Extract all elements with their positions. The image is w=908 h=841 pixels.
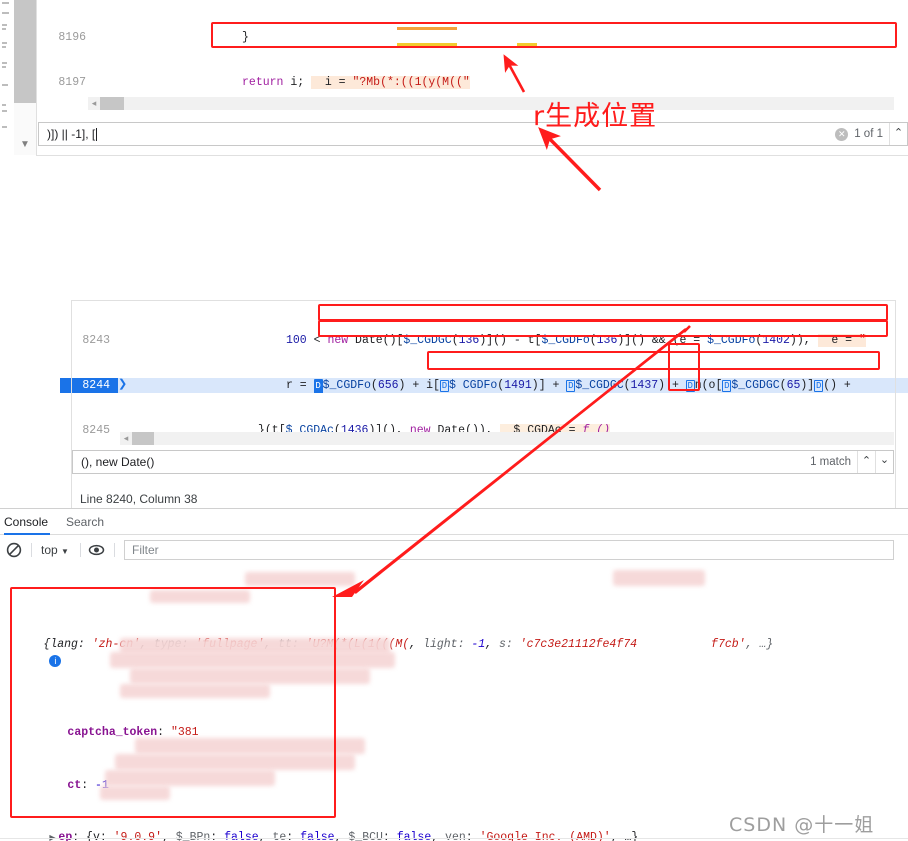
sources-pane-left-border bbox=[71, 300, 72, 510]
toolbar-divider bbox=[31, 543, 32, 557]
console-toolbar: top ▼ Filter bbox=[0, 537, 908, 563]
tab-console[interactable]: Console bbox=[4, 509, 50, 535]
redaction-blur bbox=[613, 570, 705, 586]
find-query-text: )]) || -1], [ bbox=[47, 127, 96, 141]
chevron-down-icon: ▼ bbox=[61, 547, 69, 556]
code-line-text: return i; i = "?Mb(*:((1(y(M((" bbox=[104, 76, 470, 89]
redaction-blur bbox=[150, 590, 250, 603]
annotation-label: r生成位置 bbox=[533, 101, 658, 132]
code-line-8243: 8243 100 < new Date()[$_CGDGC(136)]() - … bbox=[60, 333, 908, 348]
code-line-text: 100 < new Date()[$_CGDGC(136)]() - t[$_C… bbox=[286, 334, 866, 347]
line-number: 8197 bbox=[36, 75, 94, 90]
hscroll-left-arrow[interactable]: ◂ bbox=[120, 432, 132, 445]
top-left-rail bbox=[0, 0, 14, 155]
eye-icon[interactable] bbox=[88, 542, 105, 558]
match-underline-yellow bbox=[397, 43, 457, 46]
preview-light-value: -1 bbox=[471, 638, 486, 651]
filter-placeholder: Filter bbox=[132, 543, 159, 557]
line-number: 8245 bbox=[60, 423, 118, 438]
redaction-blur bbox=[100, 786, 170, 800]
clear-icon[interactable]: ✕ bbox=[835, 127, 849, 141]
clear-console-icon[interactable] bbox=[6, 542, 22, 558]
top-editor-hscroll-thumb[interactable] bbox=[100, 97, 124, 110]
code-line-8196: 8196 } bbox=[36, 30, 908, 45]
line-number: 8196 bbox=[36, 30, 94, 45]
find-prev-button[interactable]: ⌃ bbox=[857, 451, 875, 473]
bottom-code-editor[interactable]: 8243 100 < new Date()[$_CGDGC(136)]() - … bbox=[60, 303, 908, 443]
bottom-find-bar[interactable]: (), new Date() 1 match ⌃ ⌄ bbox=[72, 450, 894, 474]
preview-light-key: light: bbox=[423, 638, 472, 651]
drawer-tab-bar: Console Search bbox=[0, 509, 908, 535]
devtools-screenshot: ▼ 8196 } 8197 return i; i = "?Mb(*:((1(y… bbox=[0, 0, 908, 841]
code-line-text: } bbox=[104, 31, 249, 44]
line-number: 8243 bbox=[60, 333, 118, 348]
console-context-label: top bbox=[41, 543, 58, 557]
top-pane-left-border bbox=[36, 0, 37, 155]
find-query-text: (), new Date() bbox=[81, 455, 155, 469]
cursor-position-status: Line 8240, Column 38 bbox=[80, 492, 198, 506]
toolbar-divider-3 bbox=[114, 543, 115, 557]
top-editor-hscrollbar[interactable] bbox=[88, 97, 894, 110]
redaction-blur bbox=[115, 754, 355, 770]
tab-search[interactable]: Search bbox=[66, 509, 108, 535]
console-context-selector[interactable]: top ▼ bbox=[41, 543, 69, 557]
match-underline-orange bbox=[397, 27, 457, 30]
top-editor-vscroll-thumb[interactable] bbox=[14, 0, 36, 103]
prop-key: ep bbox=[58, 831, 73, 841]
top-pane-bottom-border bbox=[36, 155, 908, 156]
preview-s-tail: f7cb' bbox=[711, 638, 746, 651]
minimap-ticks bbox=[0, 0, 12, 155]
toolbar-divider-2 bbox=[80, 543, 81, 557]
preview-ellipsis: , …} bbox=[745, 638, 774, 651]
find-prev-button[interactable]: ⌃ bbox=[889, 123, 907, 145]
top-find-bar[interactable]: )]) || -1], [ ✕ 1 of 1 ⌃ bbox=[38, 122, 908, 146]
sources-pane-top-border bbox=[71, 300, 896, 301]
top-code-editor[interactable]: 8196 } 8197 return i; i = "?Mb(*:((1(y(M… bbox=[36, 0, 908, 105]
prop-key: ct bbox=[67, 778, 82, 792]
preview-s-key: s: bbox=[499, 638, 520, 651]
find-match-count: 1 match bbox=[810, 456, 851, 468]
info-icon[interactable]: i bbox=[49, 654, 62, 667]
match-underline-yellow-2 bbox=[517, 43, 537, 46]
redaction-blur bbox=[135, 738, 365, 754]
redaction-blur bbox=[110, 652, 395, 668]
find-input[interactable]: (), new Date() bbox=[73, 455, 810, 469]
sources-pane-right-border bbox=[895, 300, 896, 510]
tab-console-label: Console bbox=[4, 515, 49, 529]
console-prop-captcha_token: captcha_token: "381 bbox=[67, 726, 199, 739]
code-line-8197: 8197 return i; i = "?Mb(*:((1(y(M((" bbox=[36, 75, 908, 90]
filter-input[interactable]: Filter bbox=[124, 540, 894, 560]
preview-s-value: 'c7c3e21112fe4f74 bbox=[519, 638, 638, 651]
bottom-editor-hscrollbar[interactable] bbox=[120, 432, 894, 445]
redaction-blur bbox=[245, 572, 355, 586]
code-line-text: r = D $_CGDFo(656) + i[D $ CGDFo(1491)] + … bbox=[286, 379, 858, 393]
console-object-preview[interactable]: {lang: 'zh-cn', type: 'fullpage', tt: 'U… bbox=[0, 619, 908, 667]
scroll-down-arrow[interactable]: ▼ bbox=[14, 138, 36, 152]
code-line-8244: 8244 ❯ r = D $_CGDFo(656) + i[D $ CGDFo(14… bbox=[60, 378, 908, 393]
redaction-blur bbox=[130, 668, 370, 684]
line-number: 8244 bbox=[60, 378, 118, 393]
redaction-blur bbox=[105, 770, 275, 786]
watermark: CSDN @十一姐 bbox=[729, 814, 875, 836]
text-caret bbox=[96, 127, 98, 141]
tab-search-label: Search bbox=[66, 515, 105, 529]
bottom-editor-hscroll-thumb[interactable] bbox=[132, 432, 154, 445]
redaction-blur bbox=[120, 684, 270, 698]
hscroll-left-arrow[interactable]: ◂ bbox=[88, 97, 100, 110]
bottom-border bbox=[0, 838, 908, 839]
prop-value: {v: '9.0.9', $_BPn: false, te: false, $_… bbox=[86, 831, 639, 841]
find-next-button[interactable]: ⌄ bbox=[875, 451, 893, 473]
preview-prefix: {lang: bbox=[43, 638, 92, 651]
execution-pointer-icon: ❯ bbox=[118, 379, 128, 391]
find-match-count: 1 of 1 bbox=[854, 128, 883, 140]
find-input[interactable]: )]) || -1], [ bbox=[39, 127, 835, 141]
